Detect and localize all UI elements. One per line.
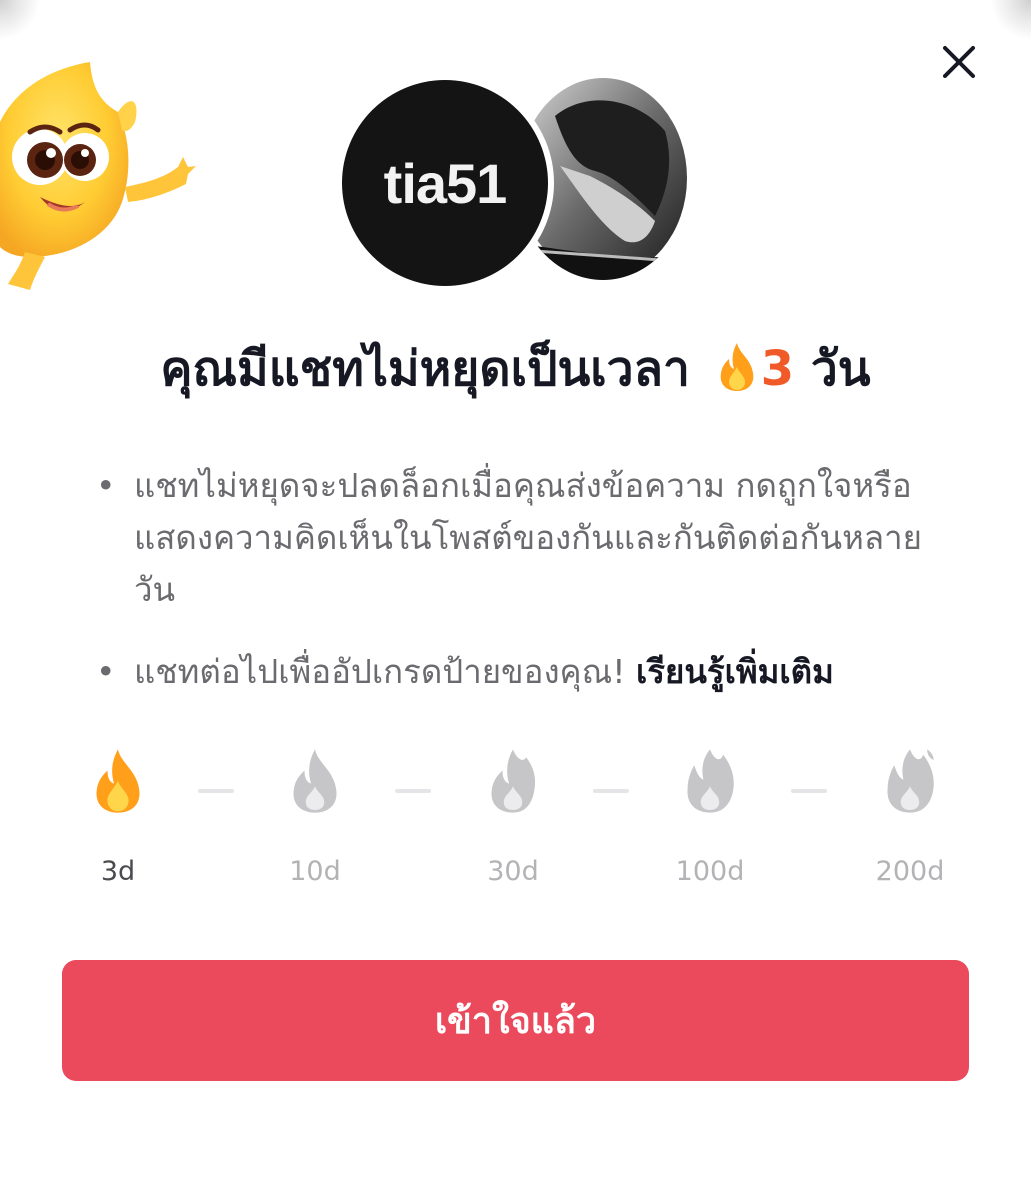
sheet-corner-left: [0, 0, 40, 40]
page-title: คุณมีแชทไม่หยุดเป็นเวลา 3 วัน: [0, 333, 1031, 405]
avatar-logo-text: tia51: [383, 151, 508, 215]
flame-icon: [293, 749, 337, 813]
bullet-dot: •: [96, 652, 116, 691]
milestone-connector: [791, 789, 827, 793]
flame-icon: [720, 343, 754, 391]
flame-icon: [491, 749, 536, 813]
info-text: แชทไม่หยุดจะปลดล็อกเมื่อคุณส่งข้อความ กด…: [134, 466, 922, 609]
flame-icon: [687, 749, 734, 813]
close-button[interactable]: [935, 38, 983, 86]
close-icon: [943, 46, 975, 78]
milestone-200d: 200d: [850, 745, 970, 889]
milestone-label: 200d: [875, 856, 945, 887]
milestone-30d: 30d: [453, 745, 573, 889]
title-prefix: คุณมีแชทไม่หยุดเป็นเวลา: [160, 341, 690, 397]
title-suffix: วัน: [810, 341, 871, 397]
learn-more-link[interactable]: เรียนรู้เพิ่มเติม: [636, 652, 834, 691]
got-it-button[interactable]: เข้าใจแล้ว: [62, 960, 969, 1081]
milestone-label: 10d: [289, 856, 341, 887]
flame-icon: [96, 749, 140, 813]
bullet-dot: •: [96, 466, 116, 505]
milestone-100d: 100d: [650, 745, 770, 889]
milestone-label: 3d: [100, 856, 136, 887]
info-list: • แชทไม่หยุดจะปลดล็อกเมื่อคุณส่งข้อความ …: [96, 460, 946, 698]
info-item: • แชทต่อไปเพื่ออัปเกรดป้ายของคุณ! เรียนร…: [96, 646, 946, 698]
contact-avatar: tia51: [336, 74, 554, 292]
milestone-3d: 3d: [58, 745, 178, 889]
milestone-label: 100d: [675, 856, 745, 887]
info-item: • แชทไม่หยุดจะปลดล็อกเมื่อคุณส่งข้อความ …: [96, 460, 946, 616]
info-text: แชทต่อไปเพื่ออัปเกรดป้ายของคุณ!: [134, 652, 626, 691]
milestone-10d: 10d: [255, 745, 375, 889]
flame-icon: [887, 749, 934, 813]
milestone-connector: [593, 789, 629, 793]
milestone-connector: [395, 789, 431, 793]
milestone-connector: [198, 789, 234, 793]
milestone-label: 30d: [487, 856, 539, 887]
sheet-corner-right: [991, 0, 1031, 40]
streak-days: 3: [760, 341, 795, 397]
mascot-illustration: [0, 62, 196, 290]
